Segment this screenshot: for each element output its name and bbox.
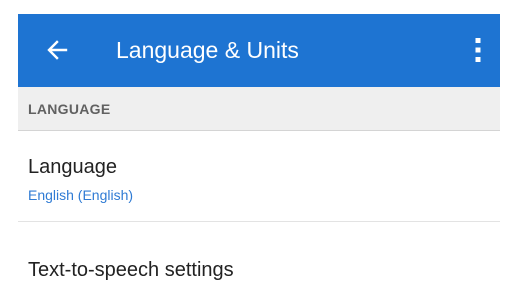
language-setting-item[interactable]: Language English (English) bbox=[18, 131, 500, 222]
section-header-language: LANGUAGE bbox=[18, 87, 500, 131]
more-vert-icon bbox=[475, 38, 481, 62]
page-title: Language & Units bbox=[116, 37, 299, 63]
settings-screen: Language & Units LANGUAGE Language Engli… bbox=[0, 0, 519, 307]
tts-item-title: Text-to-speech settings bbox=[28, 259, 234, 281]
app-bar: Language & Units bbox=[18, 14, 500, 87]
arrow-back-icon bbox=[47, 40, 68, 60]
language-item-title: Language bbox=[28, 156, 117, 178]
overflow-menu-button[interactable] bbox=[460, 32, 496, 68]
section-header-label: LANGUAGE bbox=[28, 101, 111, 117]
back-button[interactable] bbox=[40, 32, 80, 68]
text-to-speech-setting-item[interactable]: Text-to-speech settings bbox=[18, 222, 500, 307]
language-item-summary: English (English) bbox=[28, 187, 134, 203]
